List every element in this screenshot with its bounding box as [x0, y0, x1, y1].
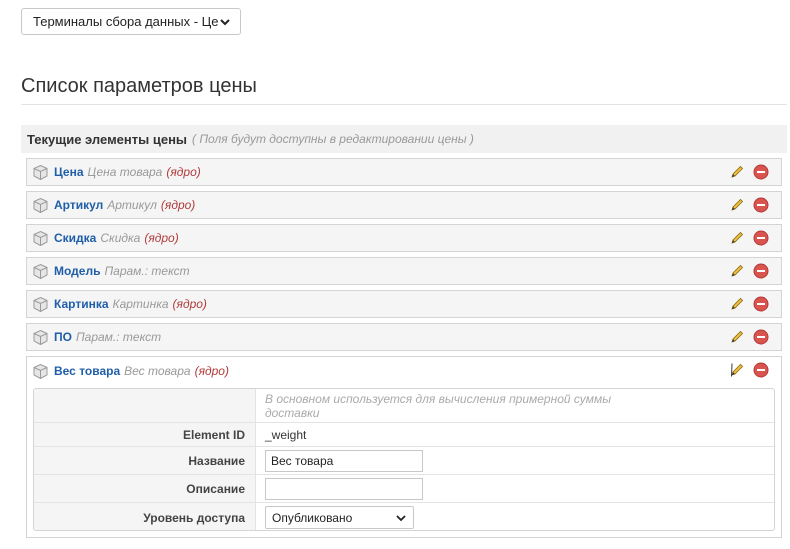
- title-divider: [21, 104, 787, 105]
- section-title: Текущие элементы цены: [27, 131, 188, 147]
- pencil-icon[interactable]: [729, 329, 745, 345]
- chevron-down-icon: [396, 514, 406, 521]
- expanded-list-item: Вес товара Вес товара (ядро) В основном …: [26, 356, 782, 538]
- delete-circle-icon[interactable]: [753, 263, 769, 279]
- section-note: ( Поля будут доступны в редактировании ц…: [192, 132, 474, 146]
- item-desc: Скидка: [100, 231, 141, 245]
- price-elements-list: Цена Цена товара (ядро) Артикул Артикул …: [26, 158, 782, 538]
- package-icon: [33, 230, 48, 246]
- delete-circle-icon[interactable]: [753, 296, 769, 312]
- pencil-icon[interactable]: [729, 263, 745, 279]
- pencil-icon[interactable]: [729, 362, 745, 378]
- item-name[interactable]: Цена: [54, 165, 84, 179]
- chevron-down-icon: [220, 18, 230, 25]
- pencil-icon[interactable]: [729, 230, 745, 246]
- package-icon: [33, 296, 48, 312]
- list-item[interactable]: Картинка Картинка (ядро): [26, 290, 782, 318]
- item-name[interactable]: Картинка: [54, 297, 109, 311]
- expanded-item-header[interactable]: Вес товара Вес товара (ядро): [27, 357, 781, 385]
- element-id-label: Element ID: [34, 423, 256, 446]
- access-level-label: Уровень доступа: [34, 503, 256, 530]
- pencil-icon[interactable]: [729, 296, 745, 312]
- package-icon: [33, 363, 48, 379]
- delete-circle-icon[interactable]: [753, 362, 769, 378]
- item-core-badge: (ядро): [144, 231, 179, 245]
- delete-circle-icon[interactable]: [753, 230, 769, 246]
- delete-circle-icon[interactable]: [753, 164, 769, 180]
- item-edit-form: В основном используется для вычисления п…: [33, 388, 775, 531]
- price-type-select[interactable]: Терминалы сбора данных - Цены: [21, 8, 241, 35]
- pencil-icon[interactable]: [729, 197, 745, 213]
- item-name[interactable]: Вес товара: [54, 364, 120, 378]
- delete-circle-icon[interactable]: [753, 197, 769, 213]
- field-hint: В основном используется для вычисления п…: [265, 391, 612, 420]
- list-item[interactable]: Артикул Артикул (ядро): [26, 191, 782, 219]
- delete-circle-icon[interactable]: [753, 329, 769, 345]
- item-name[interactable]: ПО: [54, 330, 72, 344]
- package-icon: [33, 329, 48, 345]
- item-core-badge: (ядро): [166, 165, 201, 179]
- item-desc: Парам.: текст: [104, 264, 190, 278]
- item-name[interactable]: Модель: [54, 264, 100, 278]
- price-type-select-value: Терминалы сбора данных - Цены: [33, 14, 218, 29]
- page-title: Список параметров цены: [21, 75, 257, 97]
- item-desc: Цена товара: [87, 165, 163, 179]
- section-header: Текущие элементы цены ( Поля будут досту…: [21, 125, 787, 153]
- element-id-value: _weight: [265, 427, 307, 442]
- item-name[interactable]: Артикул: [54, 198, 103, 212]
- list-item[interactable]: Цена Цена товара (ядро): [26, 158, 782, 186]
- item-desc: Картинка: [112, 297, 169, 311]
- item-core-badge: (ядро): [172, 297, 207, 311]
- item-desc: Артикул: [107, 198, 157, 212]
- item-core-badge: (ядро): [194, 364, 229, 378]
- package-icon: [33, 164, 48, 180]
- access-level-value: Опубликовано: [272, 510, 353, 525]
- item-desc: Вес товара: [124, 364, 191, 378]
- item-core-badge: (ядро): [160, 198, 196, 212]
- name-label: Название: [34, 447, 256, 474]
- list-item[interactable]: ПО Парам.: текст: [26, 323, 782, 351]
- access-level-select[interactable]: Опубликовано: [265, 506, 414, 529]
- list-item[interactable]: Скидка Скидка (ядро): [26, 224, 782, 252]
- list-item[interactable]: Модель Парам.: текст: [26, 257, 782, 285]
- description-label: Описание: [34, 475, 256, 502]
- package-icon: [33, 263, 48, 279]
- name-input[interactable]: [265, 449, 423, 472]
- package-icon: [33, 197, 48, 213]
- description-input[interactable]: [265, 477, 423, 500]
- item-name[interactable]: Скидка: [54, 231, 96, 245]
- pencil-icon[interactable]: [729, 164, 745, 180]
- item-desc: Парам.: текст: [75, 330, 162, 344]
